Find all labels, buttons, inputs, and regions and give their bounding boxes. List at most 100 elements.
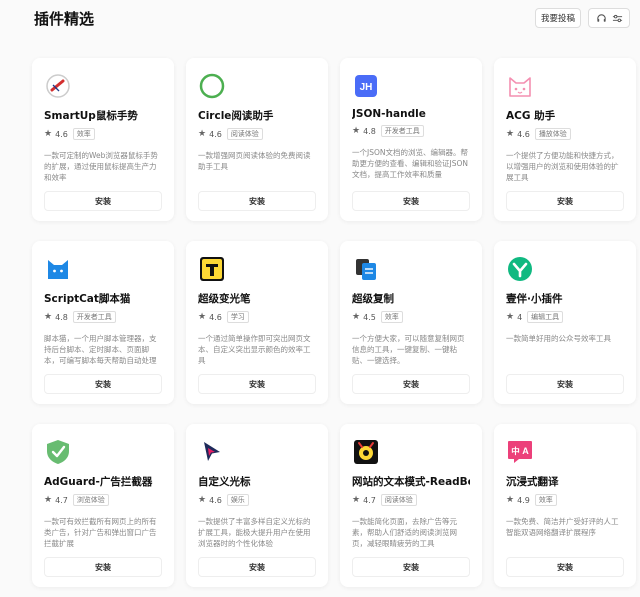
plugin-name: 超级复制 <box>352 293 394 305</box>
plugin-rating: 4.7 <box>55 495 68 505</box>
plugin-desc: 一款提供了丰富多样自定义光标的扩展工具，能极大提升用户在使用浏览器时的个性化体验 <box>198 517 311 548</box>
star-icon: ★ <box>198 129 207 139</box>
plugin-card[interactable]: 自定义光标 ★ 4.6 娱乐 一款提供了丰富多样自定义光标的扩展工具，能极大提升… <box>186 424 328 587</box>
star-icon: ★ <box>44 495 53 505</box>
header-tools <box>588 8 630 28</box>
install-button[interactable]: 安装 <box>352 374 470 394</box>
cat-face-icon <box>506 72 534 100</box>
star-icon: ★ <box>506 495 515 505</box>
plugin-desc: 一款免费、简洁并广受好评的人工智能双语网络翻译扩展程序 <box>506 517 619 537</box>
plugin-rating: 4.9 <box>517 495 530 505</box>
star-icon: ★ <box>352 312 361 322</box>
plugin-card[interactable]: 超级复制 ★ 4.5 效率 一个方便大家，可以随意复制网页信息的工具，一键复制、… <box>340 241 482 404</box>
install-button[interactable]: 安装 <box>506 374 624 394</box>
plugin-rating: 4.6 <box>209 495 222 505</box>
headset-icon[interactable] <box>595 12 607 24</box>
plugin-card[interactable]: 网站的文本模式-ReadBee ★ 4.7 阅读体验 一款能简化页面，去除广告等… <box>340 424 482 587</box>
plugin-tag: 开发者工具 <box>380 125 424 137</box>
plugin-grid: SmartUp鼠标手势 ★ 4.6 效率 一款可定制的Web浏览器鼠标手势的扩展… <box>32 58 636 588</box>
highlighter-icon <box>198 255 226 283</box>
star-icon: ★ <box>44 312 53 322</box>
plugin-name: ACG 助手 <box>506 110 556 122</box>
submit-button[interactable]: 我要投稿 <box>535 8 581 28</box>
plugin-card[interactable]: ScriptCat脚本猫 ★ 4.8 开发者工具 脚本猫，一个用户脚本管理器，支… <box>32 241 174 404</box>
plugin-desc: 一款可有效拦截所有网页上的所有类广告，针对广告和弹出窗口广告拦截扩展 <box>44 517 157 548</box>
plugin-rating: 4.6 <box>55 129 68 139</box>
install-button[interactable]: 安装 <box>506 557 624 577</box>
plugin-name: JSON-handle <box>352 108 426 120</box>
jh-icon: JH <box>352 72 380 100</box>
plugin-tag: 播放体验 <box>534 128 571 140</box>
plugin-name: Circle阅读助手 <box>198 110 274 122</box>
readbee-icon <box>352 438 380 466</box>
plugin-meta: ★ 4.8 开发者工具 <box>44 311 162 323</box>
plugin-meta: ★ 4.6 阅读体验 <box>198 128 316 140</box>
plugin-meta: ★ 4.7 浏览体验 <box>44 494 162 506</box>
install-button[interactable]: 安装 <box>352 191 470 211</box>
plugin-card[interactable]: AdGuard-广告拦截器 ★ 4.7 浏览体验 一款可有效拦截所有网页上的所有… <box>32 424 174 587</box>
plugin-rating: 4 <box>517 312 523 322</box>
install-button[interactable]: 安装 <box>198 374 316 394</box>
plugin-rating: 4.8 <box>55 312 68 322</box>
plugin-card[interactable]: ACG 助手 ★ 4.6 播放体验 一个提供了方便功能和快捷方式，以增强用户的浏… <box>494 58 636 221</box>
install-button[interactable]: 安装 <box>44 557 162 577</box>
install-button[interactable]: 安装 <box>44 191 162 211</box>
plugin-card[interactable]: 超级变光笔 ★ 4.6 学习 一个通过简单操作即可突出网页文本、自定义突出显示颜… <box>186 241 328 404</box>
install-button[interactable]: 安装 <box>506 191 624 211</box>
plugin-meta: ★ 4.6 学习 <box>198 311 316 323</box>
plugin-name: SmartUp鼠标手势 <box>44 110 138 122</box>
mouse-gesture-icon <box>44 72 72 100</box>
plugin-name: 自定义光标 <box>198 476 251 488</box>
install-button[interactable]: 安装 <box>198 191 316 211</box>
plugin-desc: 一个方便大家，可以随意复制网页信息的工具，一键复制、一键粘贴、一键选择。 <box>352 334 465 365</box>
plugin-desc: 一个提供了方便功能和快捷方式，以增强用户的浏览和使用体验的扩展工具 <box>506 151 619 182</box>
plugin-rating: 4.6 <box>517 129 530 139</box>
star-icon: ★ <box>198 312 207 322</box>
plugin-tag: 效率 <box>380 311 403 323</box>
plugin-meta: ★ 4.5 效率 <box>352 311 470 323</box>
plugin-card[interactable]: SmartUp鼠标手势 ★ 4.6 效率 一款可定制的Web浏览器鼠标手势的扩展… <box>32 58 174 221</box>
install-button[interactable]: 安装 <box>352 557 470 577</box>
cursor-icon <box>198 438 226 466</box>
install-button[interactable]: 安装 <box>198 557 316 577</box>
plugin-desc: 一款能简化页面，去除广告等元素，帮助人们舒适的阅读浏览网页，减轻眼睛疲劳的工具 <box>352 517 457 548</box>
plugin-card[interactable]: 中A 沉浸式翻译 ★ 4.9 效率 一款免费、简洁并广受好评的人工智能双语网络翻… <box>494 424 636 587</box>
plugin-rating: 4.6 <box>209 312 222 322</box>
plugin-tag: 开发者工具 <box>72 311 116 323</box>
star-icon: ★ <box>198 495 207 505</box>
translate-icon: 中A <box>506 438 534 466</box>
svg-text:中: 中 <box>511 446 520 457</box>
plugin-desc: 一个通过简单操作即可突出网页文本、自定义突出显示颜色的效率工具 <box>198 334 311 365</box>
plugin-card[interactable]: 壹伴·小插件 ★ 4 编辑工具 一款简单好用的公众号效率工具 安装 <box>494 241 636 404</box>
star-icon: ★ <box>506 312 515 322</box>
plugin-tag: 编辑工具 <box>527 311 564 323</box>
plugin-meta: ★ 4.9 效率 <box>506 494 624 506</box>
plugin-tag: 浏览体验 <box>72 494 109 506</box>
plugin-name: 沉浸式翻译 <box>506 476 559 488</box>
plugin-desc: 一个JSON文档的浏览、编辑器。帮助更方便的查看、编辑和验证JSON文档，提高工… <box>352 148 468 179</box>
plugin-meta: ★ 4 编辑工具 <box>506 311 624 323</box>
install-button[interactable]: 安装 <box>44 374 162 394</box>
plugin-meta: ★ 4.7 阅读体验 <box>352 494 470 506</box>
star-icon: ★ <box>352 495 361 505</box>
plugin-name: ScriptCat脚本猫 <box>44 293 131 305</box>
plugin-rating: 4.7 <box>363 495 376 505</box>
plugin-desc: 一款增强网页阅读体验的免费阅读助手工具 <box>198 151 311 171</box>
plugin-card[interactable]: JH JSON-handle ★ 4.8 开发者工具 一个JSON文档的浏览、编… <box>340 58 482 221</box>
sliders-icon[interactable] <box>611 12 623 24</box>
page-title: 插件精选 <box>34 10 95 28</box>
plugin-tag: 效率 <box>72 128 95 140</box>
star-icon: ★ <box>44 129 53 139</box>
plugin-rating: 4.5 <box>363 312 376 322</box>
svg-text:A: A <box>522 446 529 456</box>
plugin-desc: 脚本猫，一个用户脚本管理器，支持后台脚本、定时脚本、页面脚本，可编写脚本每天帮助… <box>44 334 157 365</box>
plugin-tag: 娱乐 <box>226 494 249 506</box>
plugin-meta: ★ 4.8 开发者工具 <box>352 125 470 137</box>
copy-icon <box>352 255 380 283</box>
plugin-desc: 一款简单好用的公众号效率工具 <box>506 334 611 343</box>
scriptcat-icon <box>44 255 72 283</box>
plugin-card[interactable]: Circle阅读助手 ★ 4.6 阅读体验 一款增强网页阅读体验的免费阅读助手工… <box>186 58 328 221</box>
plugin-rating: 4.8 <box>363 126 376 136</box>
star-icon: ★ <box>506 129 515 139</box>
plugin-tag: 阅读体验 <box>226 128 263 140</box>
